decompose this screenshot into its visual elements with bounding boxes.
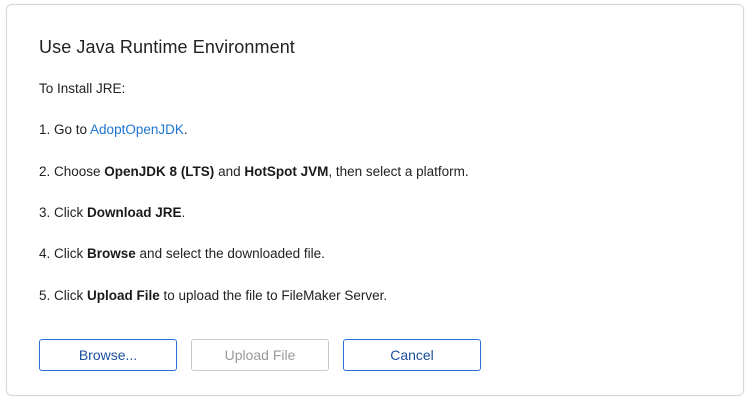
browse-button[interactable]: Browse... [39,339,177,371]
step-5-upload-label: Upload File [87,288,160,303]
step-4-browse-label: Browse [87,246,136,261]
step-1-prefix: 1. Go to [39,122,91,137]
step-3-download-label: Download JRE [87,205,182,220]
upload-file-button[interactable]: Upload File [191,339,329,371]
cancel-button[interactable]: Cancel [343,339,481,371]
step-3-prefix: 3. Click [39,205,88,220]
step-2-hotspot-label: HotSpot JVM [244,164,329,179]
step-5: 5. Click Upload File to upload the file … [39,288,387,303]
step-2-openjdk-label: OpenJDK 8 (LTS) [104,164,215,179]
step-2-suffix: , then select a platform. [328,164,469,179]
jre-dialog: Use Java Runtime Environment To Install … [6,4,744,396]
step-2-prefix: 2. Choose [39,164,105,179]
step-4: 4. Click Browse and select the downloade… [39,246,325,261]
step-5-suffix: to upload the file to FileMaker Server. [159,288,388,303]
intro-text: To Install JRE: [39,81,126,96]
step-4-prefix: 4. Click [39,246,88,261]
step-2-middle: and [214,164,245,179]
step-1: 1. Go to AdoptOpenJDK. [39,122,188,137]
step-2: 2. Choose OpenJDK 8 (LTS) and HotSpot JV… [39,164,469,179]
step-1-suffix: . [183,122,188,137]
adoptopenjdk-link[interactable]: AdoptOpenJDK [90,122,184,137]
dialog-title: Use Java Runtime Environment [39,37,295,57]
step-3-suffix: . [181,205,186,220]
step-5-prefix: 5. Click [39,288,88,303]
step-3: 3. Click Download JRE. [39,205,185,220]
step-4-suffix: and select the downloaded file. [135,246,325,261]
